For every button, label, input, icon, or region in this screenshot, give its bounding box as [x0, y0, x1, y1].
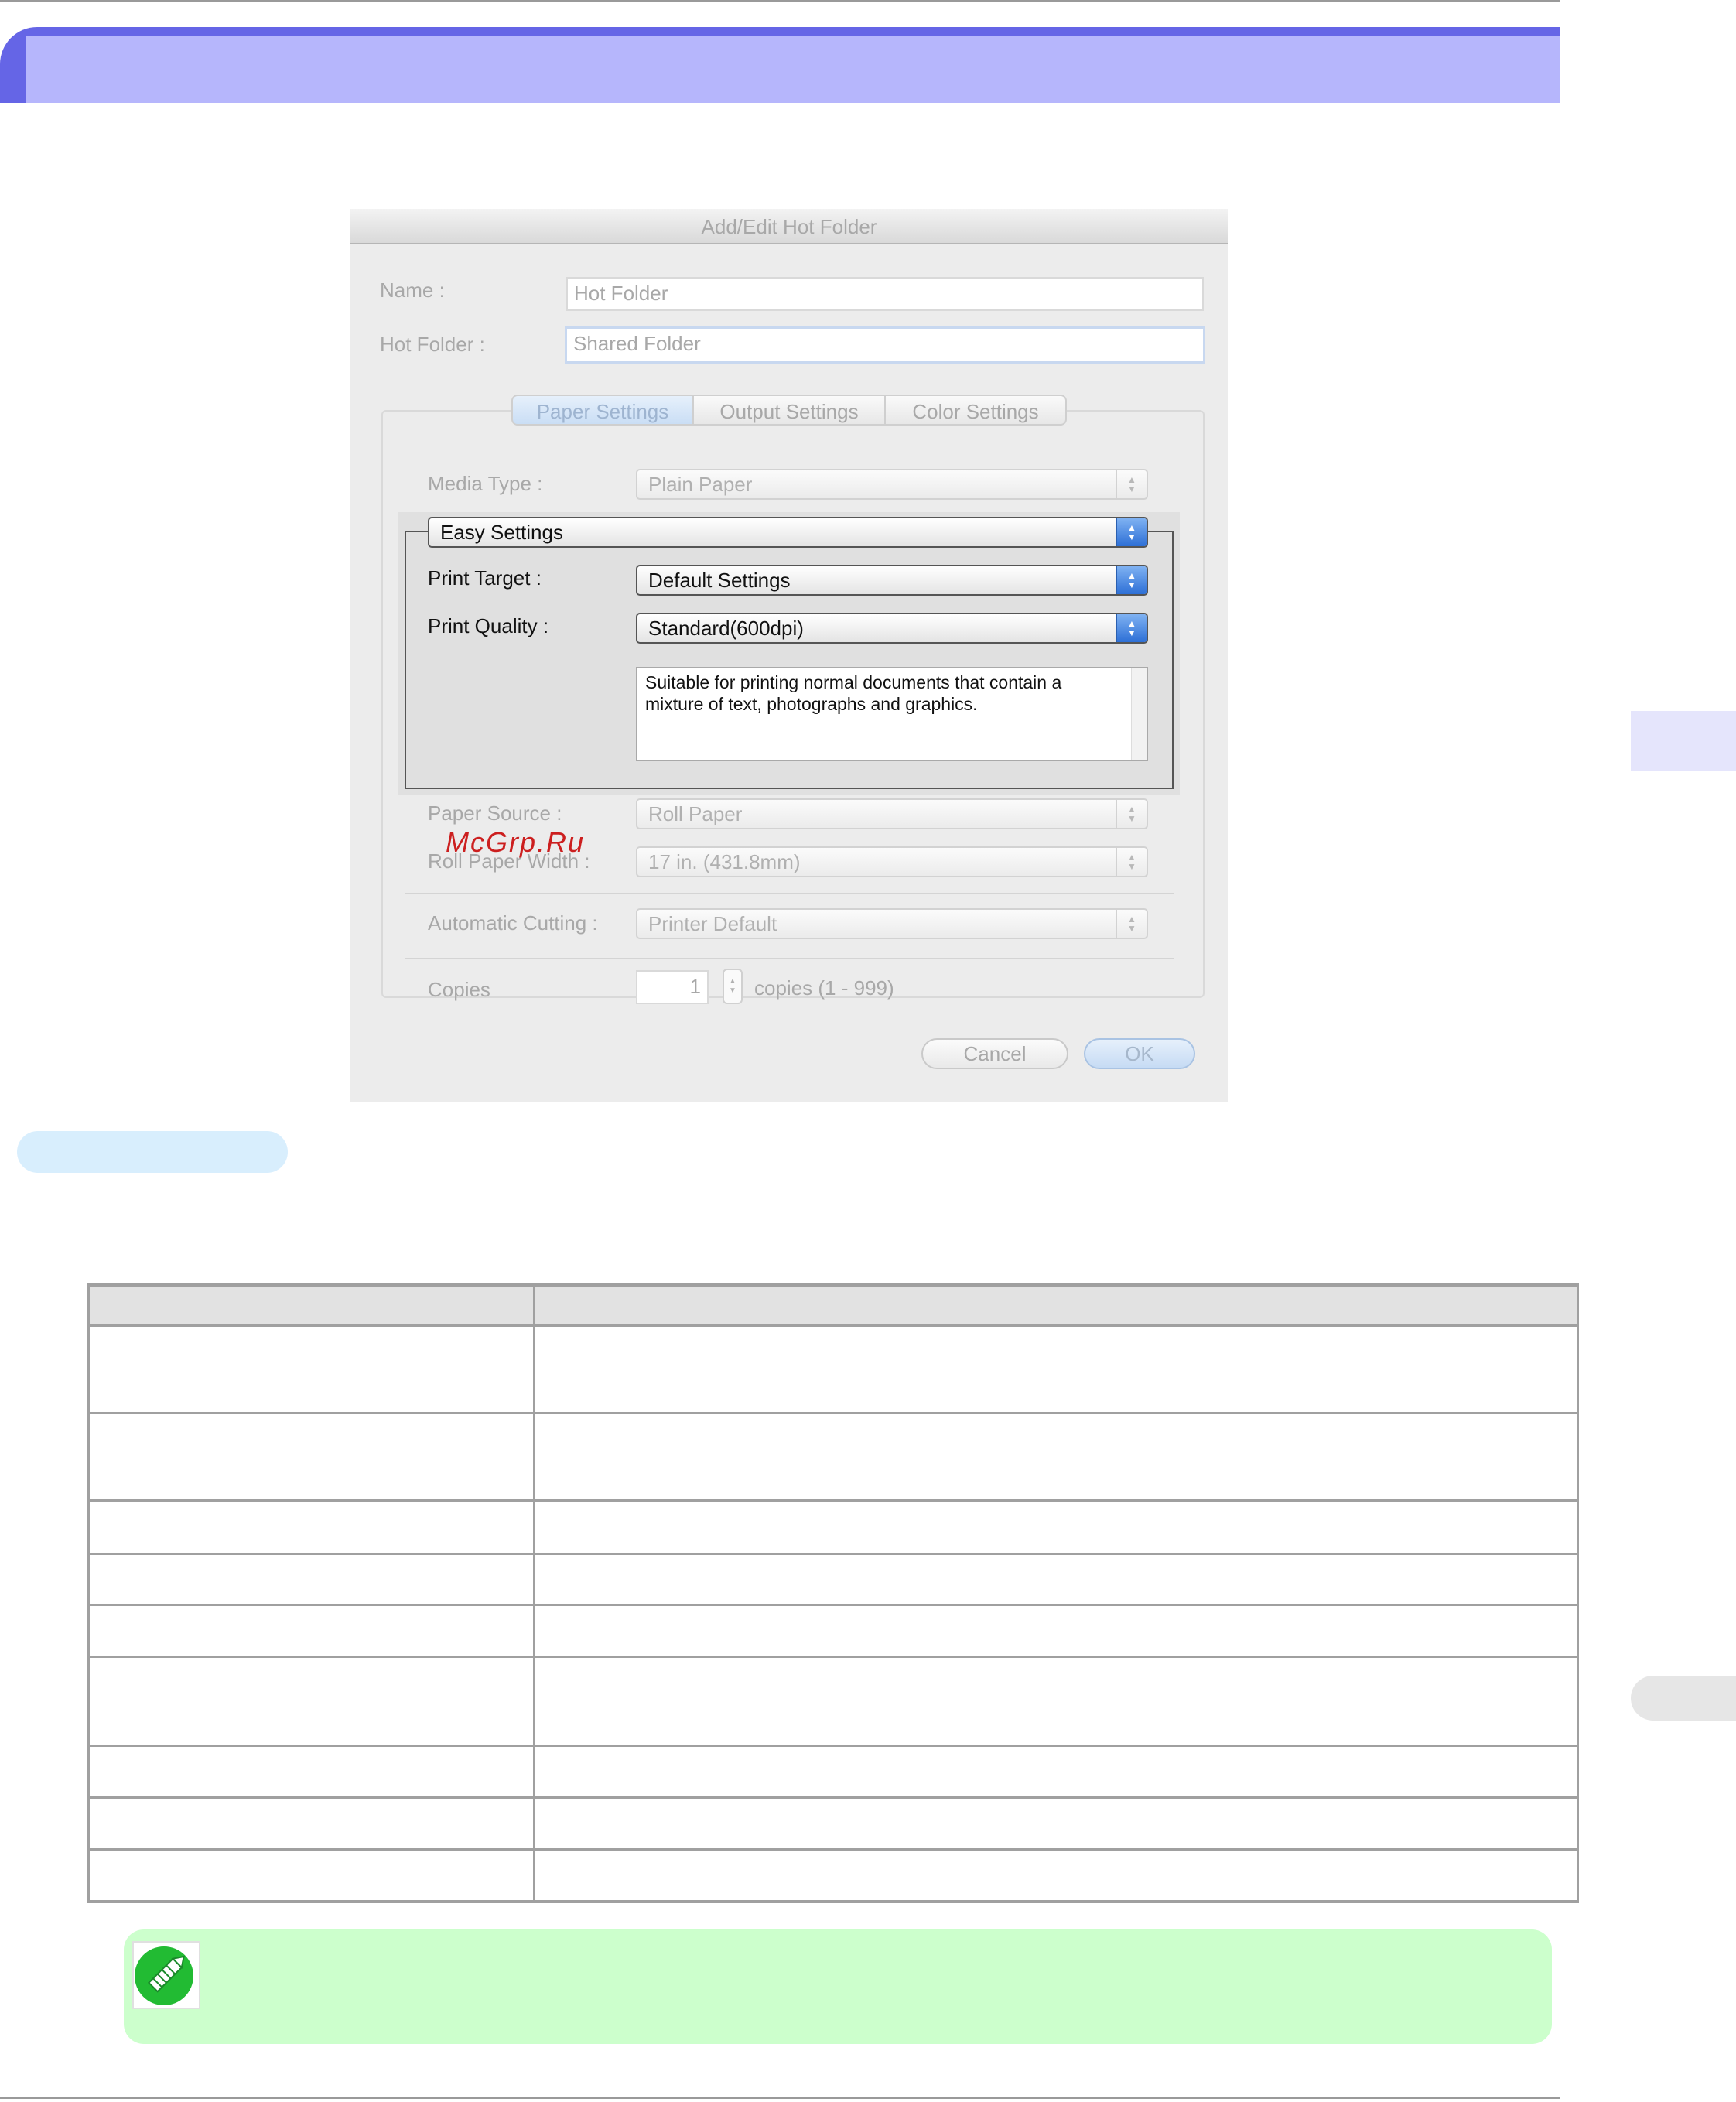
- tab-paper-settings[interactable]: Paper Settings: [511, 395, 694, 426]
- cancel-button[interactable]: Cancel: [921, 1038, 1068, 1069]
- table-row-divider: [87, 1412, 1579, 1414]
- table-column-divider: [533, 1283, 535, 1903]
- up-down-chevron-icon: ▲ ▼: [1116, 910, 1147, 938]
- media-type-label: Media Type :: [428, 472, 543, 495]
- up-down-chevron-icon: ▲ ▼: [1116, 848, 1147, 876]
- table-row-divider: [87, 1848, 1579, 1851]
- print-quality-select[interactable]: Standard(600dpi) ▲ ▼: [636, 613, 1148, 644]
- pencil-note-icon: [132, 1940, 201, 2010]
- easy-settings-select[interactable]: Easy Settings ▲ ▼: [428, 517, 1148, 548]
- section-label-pill: [17, 1131, 288, 1173]
- copies-label: Copies: [428, 978, 490, 1001]
- print-quality-label: Print Quality :: [428, 614, 549, 637]
- table-header-row: [87, 1283, 1579, 1326]
- table-row-divider: [87, 1553, 1579, 1555]
- table-border-bottom: [87, 1900, 1579, 1903]
- up-down-chevron-icon: ▲ ▼: [1116, 566, 1147, 594]
- roll-paper-width-select[interactable]: 17 in. (431.8mm) ▲ ▼: [636, 846, 1148, 877]
- up-down-chevron-icon: ▲ ▼: [1116, 614, 1147, 642]
- copies-range: copies (1 - 999): [754, 976, 894, 1000]
- table-border-top: [87, 1283, 1579, 1287]
- table-row-divider: [87, 1796, 1579, 1799]
- hot-folder-field[interactable]: Shared Folder: [565, 326, 1205, 364]
- divider: [405, 958, 1174, 959]
- stepper-icon[interactable]: ▲ ▼: [723, 969, 743, 1004]
- table-row-divider: [87, 1499, 1579, 1502]
- description-scrollbar[interactable]: [1131, 668, 1147, 760]
- automatic-cutting-value: Printer Default: [648, 912, 777, 935]
- print-target-select[interactable]: Default Settings ▲ ▼: [636, 565, 1148, 596]
- top-rule: [0, 0, 1560, 2]
- table-row-divider: [87, 1656, 1579, 1658]
- paper-source-select[interactable]: Roll Paper ▲ ▼: [636, 798, 1148, 829]
- note-box: [124, 1929, 1552, 2044]
- divider: [405, 893, 1174, 894]
- section-heading-bar-fill: [26, 36, 1560, 103]
- tab-output-settings[interactable]: Output Settings: [692, 395, 886, 426]
- up-down-chevron-icon: ▲ ▼: [1116, 800, 1147, 828]
- table-row-divider: [87, 1604, 1579, 1606]
- table-border-left: [87, 1283, 90, 1903]
- media-type-select[interactable]: Plain Paper ▲ ▼: [636, 469, 1148, 500]
- copies-input[interactable]: 1: [636, 970, 709, 1004]
- chapter-side-tab[interactable]: [1631, 711, 1736, 771]
- table-border-right: [1577, 1283, 1579, 1903]
- ok-button[interactable]: OK: [1084, 1038, 1195, 1069]
- quality-description-box: Suitable for printing normal documents t…: [636, 667, 1148, 761]
- roll-paper-width-value: 17 in. (431.8mm): [648, 850, 801, 873]
- print-quality-value: Standard(600dpi): [648, 617, 804, 640]
- print-target-label: Print Target :: [428, 566, 542, 590]
- add-edit-hot-folder-dialog: Add/Edit Hot Folder Name : Hot Folder Ho…: [350, 209, 1228, 1102]
- up-down-chevron-icon: ▲ ▼: [1116, 518, 1147, 546]
- paper-source-value: Roll Paper: [648, 802, 743, 825]
- name-label: Name :: [380, 279, 445, 302]
- watermark-text: McGrp.Ru: [446, 826, 586, 858]
- print-target-value: Default Settings: [648, 569, 791, 592]
- easy-settings-value: Easy Settings: [440, 521, 563, 544]
- tab-color-settings[interactable]: Color Settings: [884, 395, 1067, 426]
- up-down-chevron-icon: ▲ ▼: [1116, 470, 1147, 498]
- automatic-cutting-select[interactable]: Printer Default ▲ ▼: [636, 908, 1148, 939]
- hot-folder-label: Hot Folder :: [380, 333, 485, 356]
- settings-table: [87, 1283, 1579, 1903]
- automatic-cutting-label: Automatic Cutting :: [428, 911, 598, 935]
- section-side-tab[interactable]: [1631, 1676, 1736, 1721]
- dialog-titlebar: Add/Edit Hot Folder: [350, 209, 1228, 244]
- media-type-value: Plain Paper: [648, 473, 753, 496]
- paper-source-label: Paper Source :: [428, 801, 562, 825]
- settings-tabs: Paper Settings Output Settings Color Set…: [511, 395, 1067, 429]
- table-row-divider: [87, 1324, 1579, 1327]
- table-row-divider: [87, 1745, 1579, 1747]
- name-field[interactable]: Hot Folder: [566, 277, 1204, 311]
- dialog-title: Add/Edit Hot Folder: [701, 215, 877, 238]
- bottom-rule: [0, 2097, 1560, 2099]
